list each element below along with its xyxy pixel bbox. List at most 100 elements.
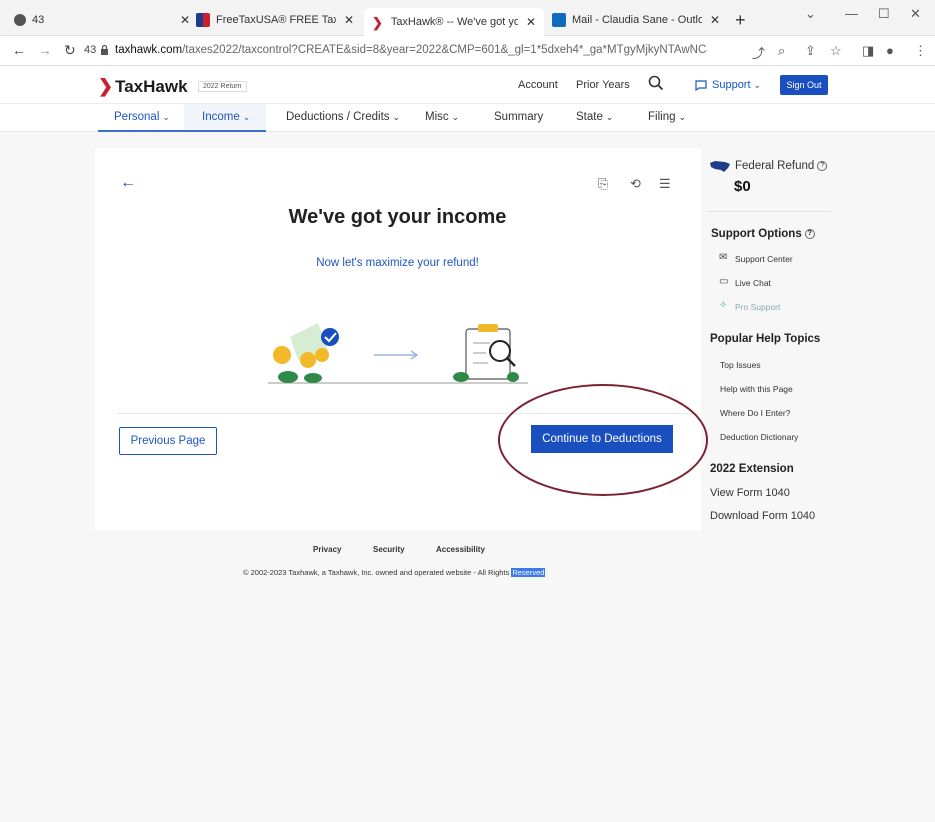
taxhawk-icon: ❯ xyxy=(372,15,383,30)
freetaxusa-icon xyxy=(196,13,210,27)
tab-income[interactable]: Income ⌄ xyxy=(202,111,250,123)
chat-icon: ▭ xyxy=(719,276,729,287)
sign-out-button[interactable]: Sign Out xyxy=(780,75,828,95)
previous-page-button[interactable]: Previous Page xyxy=(119,427,217,455)
tab-misc[interactable]: Misc ⌄ xyxy=(425,111,459,123)
accessibility-link[interactable]: Accessibility xyxy=(436,545,485,554)
zoom-icon[interactable]: ⌕ xyxy=(778,43,785,59)
support-options-heading: Support Options? xyxy=(711,228,815,240)
forward-icon[interactable]: → xyxy=(38,42,52,58)
taxhawk-logo[interactable]: ❯ TaxHawk xyxy=(98,76,188,97)
close-icon[interactable]: ✕ xyxy=(180,13,190,27)
profile-icon[interactable]: ● xyxy=(886,43,894,58)
tab-filing[interactable]: Filing ⌄ xyxy=(648,111,686,123)
address-bar: ← → ↻ 43 taxhawk.com/taxes2022/taxcontro… xyxy=(0,36,935,66)
history-icon[interactable]: ⟲ xyxy=(630,176,641,192)
site-header: ❯ TaxHawk 2022 Return Account Prior Year… xyxy=(0,66,935,104)
browser-tab-1[interactable]: 43 xyxy=(14,8,44,32)
download-form-link[interactable]: Download Form 1040 xyxy=(710,510,815,522)
share-page-icon[interactable]: ⇪ xyxy=(805,43,816,59)
browser-tab-2[interactable]: FreeTaxUSA® FREE Tax Filing ✕ xyxy=(196,8,356,32)
bookmark-star-icon[interactable]: ☆ xyxy=(830,43,842,59)
tab-state[interactable]: State ⌄ xyxy=(576,111,613,123)
copyright-highlight: Reserved xyxy=(511,568,546,577)
side-panel-icon[interactable]: ◨ xyxy=(862,43,874,59)
security-link[interactable]: Security xyxy=(373,545,405,554)
chrome-icon xyxy=(14,14,26,26)
chevron-down-icon: ⌄ xyxy=(605,112,614,122)
support-center-link[interactable]: Support Center xyxy=(735,254,793,264)
help-icon[interactable]: ? xyxy=(804,228,815,239)
list-icon[interactable]: ☰ xyxy=(659,176,671,192)
browser-tab-3[interactable]: ❯ TaxHawk® -- We've got your ✕ xyxy=(364,8,544,36)
reload-icon[interactable]: ↻ xyxy=(64,42,76,59)
url-host: taxhawk.com xyxy=(115,44,183,56)
extension-count: 43 xyxy=(84,44,97,56)
view-form-link[interactable]: View Form 1040 xyxy=(710,487,790,499)
page-subtitle: Now let's maximize your refund! xyxy=(316,257,479,269)
account-link[interactable]: Account xyxy=(518,79,558,91)
close-window-icon[interactable]: ✕ xyxy=(910,6,921,22)
browser-tab-bar: 43 ✕ FreeTaxUSA® FREE Tax Filing ✕ ❯ Tax… xyxy=(0,0,935,36)
privacy-link[interactable]: Privacy xyxy=(313,545,341,554)
help-topic-link[interactable]: Top Issues xyxy=(720,360,761,370)
tab-label: 43 xyxy=(32,14,45,26)
close-icon[interactable]: ✕ xyxy=(344,13,354,27)
taxhawk-logo-mark-icon: ❯ xyxy=(98,76,114,96)
copyright-main: © 2002-2023 Taxhawk, a Taxhawk, Inc. own… xyxy=(243,568,510,577)
pro-support-icon: ✧ xyxy=(719,300,728,311)
federal-refund-amount: $0 xyxy=(734,178,751,195)
annotation-oval xyxy=(498,384,708,496)
back-arrow-icon[interactable]: ← xyxy=(120,174,136,192)
chevron-down-icon: ⌄ xyxy=(162,112,170,122)
tab-label: Mail - Claudia Sane - Outlook xyxy=(572,14,702,26)
tab-label: TaxHawk® -- We've got your xyxy=(390,16,518,28)
live-chat-link[interactable]: Live Chat xyxy=(735,278,771,288)
outlook-icon xyxy=(552,13,566,27)
chevron-down-icon: ⌄ xyxy=(451,112,460,122)
chevron-down-icon: ⌄ xyxy=(753,79,762,90)
rail-divider xyxy=(706,211,831,212)
bookmark-icon[interactable]: ⎘ xyxy=(598,176,608,192)
tab-deductions-credits[interactable]: Deductions / Credits ⌄ xyxy=(286,111,400,123)
back-icon[interactable]: ← xyxy=(12,42,26,58)
maximize-icon[interactable]: ☐ xyxy=(878,6,890,22)
tab-close-1[interactable]: ✕ xyxy=(172,8,190,32)
us-map-icon xyxy=(710,161,730,172)
help-topic-link[interactable]: Help with this Page xyxy=(720,384,793,394)
support-label: Support xyxy=(712,79,751,91)
tab-summary[interactable]: Summary xyxy=(494,111,543,123)
income-to-deductions-illustration xyxy=(268,323,528,384)
browser-tab-4[interactable]: Mail - Claudia Sane - Outlook ✕ xyxy=(552,8,730,32)
help-topic-link[interactable]: Deduction Dictionary xyxy=(720,432,798,442)
pro-support-link[interactable]: Pro Support xyxy=(735,302,780,312)
close-icon[interactable]: ✕ xyxy=(710,13,720,27)
year-badge: 2022 Return xyxy=(198,81,247,92)
menu-icon[interactable]: ⋮ xyxy=(914,43,927,59)
lock-icon[interactable] xyxy=(100,45,109,55)
tab-label: FreeTaxUSA® FREE Tax Filing xyxy=(216,14,336,26)
nav-underline xyxy=(98,130,266,132)
chevron-down-icon: ⌄ xyxy=(242,112,251,122)
main-nav: Personal ⌄ Income ⌄ Deductions / Credits ⌄ … xyxy=(0,104,935,132)
logo-text: TaxHawk xyxy=(115,76,188,96)
new-tab-icon[interactable]: + xyxy=(735,10,746,31)
page-title: We've got your income xyxy=(288,206,507,228)
url-field[interactable]: taxhawk.com/taxes2022/taxcontrol?CREATE&… xyxy=(115,44,707,56)
federal-refund-label: Federal Refund? xyxy=(735,160,828,172)
tab-personal[interactable]: Personal ⌄ xyxy=(114,111,170,123)
support-menu[interactable]: Support ⌄ xyxy=(695,79,761,91)
tab-search-icon[interactable]: ⌄ xyxy=(805,6,816,22)
extension-heading: 2022 Extension xyxy=(710,463,794,475)
help-icon[interactable]: ? xyxy=(817,160,828,171)
help-topic-link[interactable]: Where Do I Enter? xyxy=(720,408,790,418)
close-icon[interactable]: ✕ xyxy=(526,15,536,29)
share-icon[interactable]: ⤴ xyxy=(752,43,765,62)
prior-years-link[interactable]: Prior Years xyxy=(576,79,630,91)
url-path: /taxes2022/taxcontrol?CREATE&sid=8&year=… xyxy=(182,44,708,56)
chevron-down-icon: ⌄ xyxy=(678,112,687,122)
copyright-text: © 2002-2023 Taxhawk, a Taxhawk, Inc. own… xyxy=(243,568,546,577)
chat-bubble-icon xyxy=(695,79,707,91)
search-icon[interactable] xyxy=(648,75,664,91)
minimize-icon[interactable]: — xyxy=(845,6,858,21)
